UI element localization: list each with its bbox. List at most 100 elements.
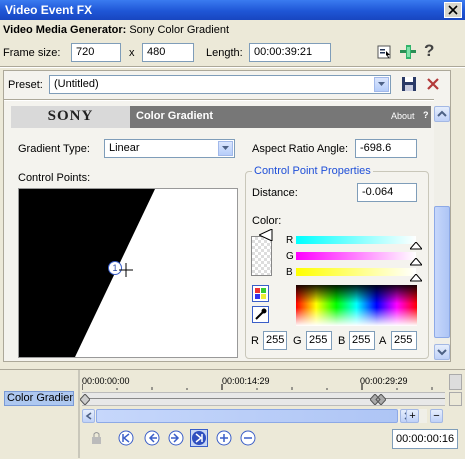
length-input[interactable]: 00:00:39:21 [249, 43, 331, 62]
arrow-left-icon [144, 430, 160, 446]
frame-x-label: x [129, 47, 135, 59]
green-slider[interactable] [296, 252, 416, 260]
help-icon[interactable]: ? [424, 41, 438, 60]
color-swatch[interactable] [251, 236, 272, 276]
eyedropper-button[interactable] [252, 306, 269, 323]
keyframe-line [82, 398, 445, 399]
track-lane[interactable] [80, 392, 445, 406]
slider-thumb-icon[interactable] [410, 274, 422, 282]
prev-keyframe-button[interactable] [144, 430, 160, 446]
slider-thumb-icon[interactable] [410, 242, 422, 250]
gradient-type-value: Linear [109, 142, 140, 154]
g-label: G [293, 335, 302, 347]
chevron-down-icon [378, 82, 385, 86]
skip-start-icon [118, 430, 134, 446]
preset-value: (Untitled) [54, 78, 99, 90]
zoom-in-button[interactable]: + [406, 409, 419, 423]
track-corner [449, 392, 462, 406]
plugin-chain-icon[interactable] [400, 44, 416, 60]
aspect-ratio-label: Aspect Ratio Angle: [252, 143, 349, 155]
length-label: Length: [206, 47, 243, 59]
keyframe-icon[interactable] [80, 394, 90, 405]
add-keyframe-button[interactable] [216, 430, 232, 446]
slider-g-label: G [286, 251, 294, 262]
gradient-type-label: Gradient Type: [18, 143, 90, 155]
delete-keyframe-button[interactable] [240, 430, 256, 446]
color-label: Color: [252, 215, 282, 227]
close-icon [448, 5, 458, 15]
b-input[interactable]: 255 [349, 331, 375, 350]
ruler-time-0: 00:00:00:00 [82, 376, 130, 386]
plugin-help-link[interactable]: ? [423, 110, 429, 120]
generator-line: Video Media Generator: Sony Color Gradie… [3, 24, 229, 36]
swatch-pointer-icon [259, 229, 273, 241]
palette-icon [255, 288, 266, 299]
ruler-corner [449, 374, 462, 390]
delete-icon [427, 78, 439, 90]
plugin-header: SONY Color Gradient About ? [11, 106, 431, 128]
chevron-down-icon [437, 349, 447, 356]
scroll-left-button[interactable] [82, 409, 95, 423]
scroll-thumb[interactable] [434, 206, 450, 338]
chevron-down-icon [222, 146, 229, 150]
add-icon [216, 430, 232, 446]
preset-label: Preset: [8, 79, 43, 91]
slider-b-label: B [286, 267, 293, 278]
blue-slider[interactable] [296, 268, 416, 276]
aspect-ratio-input[interactable]: -698.6 [355, 139, 417, 158]
title-bar: Video Event FX [0, 0, 465, 20]
ruler-time-1: 00:00:14:29 [222, 376, 270, 386]
horizontal-scrollbar[interactable] [82, 409, 427, 423]
track-name: Color Gradient [7, 392, 74, 404]
minus-icon: − [433, 410, 440, 422]
color-spectrum[interactable] [296, 285, 417, 326]
properties-icon[interactable] [377, 45, 391, 59]
divider [0, 66, 465, 68]
current-time-field[interactable]: 00:00:00:16 [392, 429, 458, 449]
control-points-canvas[interactable]: 1 [18, 188, 238, 358]
save-icon [402, 77, 416, 91]
preset-dropdown[interactable]: (Untitled) [49, 75, 391, 94]
generator-label: Video Media Generator: [3, 24, 127, 36]
r-input[interactable]: 255 [263, 331, 287, 350]
timeline-ruler[interactable]: 00:00:00:00 00:00:14:29 00:00:29:29 [82, 374, 447, 390]
track-label[interactable]: Color Gradient [4, 391, 74, 406]
r-label: R [251, 335, 259, 347]
close-window-button[interactable] [444, 2, 462, 18]
h-scroll-thumb[interactable] [96, 409, 398, 423]
frame-height-input[interactable]: 480 [142, 43, 194, 62]
b-label: B [338, 335, 346, 347]
last-keyframe-button[interactable] [190, 429, 208, 447]
timeline-splitter[interactable] [78, 370, 80, 458]
scroll-down-button[interactable] [434, 344, 450, 360]
color-palette-button[interactable] [252, 285, 269, 302]
window-title: Video Event FX [5, 3, 93, 17]
remove-icon [240, 430, 256, 446]
delete-preset-button[interactable] [425, 76, 441, 92]
next-keyframe-button[interactable] [168, 430, 184, 446]
save-preset-button[interactable] [401, 76, 417, 92]
lock-button[interactable] [90, 431, 104, 445]
preset-dropdown-arrow[interactable] [374, 77, 389, 92]
lock-icon [92, 432, 101, 444]
g-input[interactable]: 255 [306, 331, 332, 350]
vertical-scrollbar[interactable] [434, 106, 450, 360]
red-slider[interactable] [296, 236, 416, 244]
first-keyframe-button[interactable] [118, 430, 134, 446]
gradient-type-arrow[interactable] [218, 141, 233, 156]
gradient-type-dropdown[interactable]: Linear [104, 139, 235, 158]
distance-label: Distance: [252, 187, 298, 199]
frame-size-label: Frame size: [3, 47, 61, 59]
generator-name: Sony Color Gradient [129, 24, 230, 36]
chevron-up-icon [437, 110, 447, 117]
a-input[interactable]: 255 [391, 331, 417, 350]
control-point-number: 1 [112, 263, 118, 273]
distance-input[interactable]: -0.064 [357, 183, 417, 202]
about-link[interactable]: About [391, 111, 415, 121]
sony-logo: SONY [11, 106, 130, 128]
slider-thumb-icon[interactable] [410, 258, 422, 266]
zoom-out-button[interactable]: − [430, 409, 443, 423]
frame-width-input[interactable]: 720 [71, 43, 121, 62]
keyframe-icon[interactable] [370, 394, 386, 405]
scroll-up-button[interactable] [434, 106, 450, 122]
